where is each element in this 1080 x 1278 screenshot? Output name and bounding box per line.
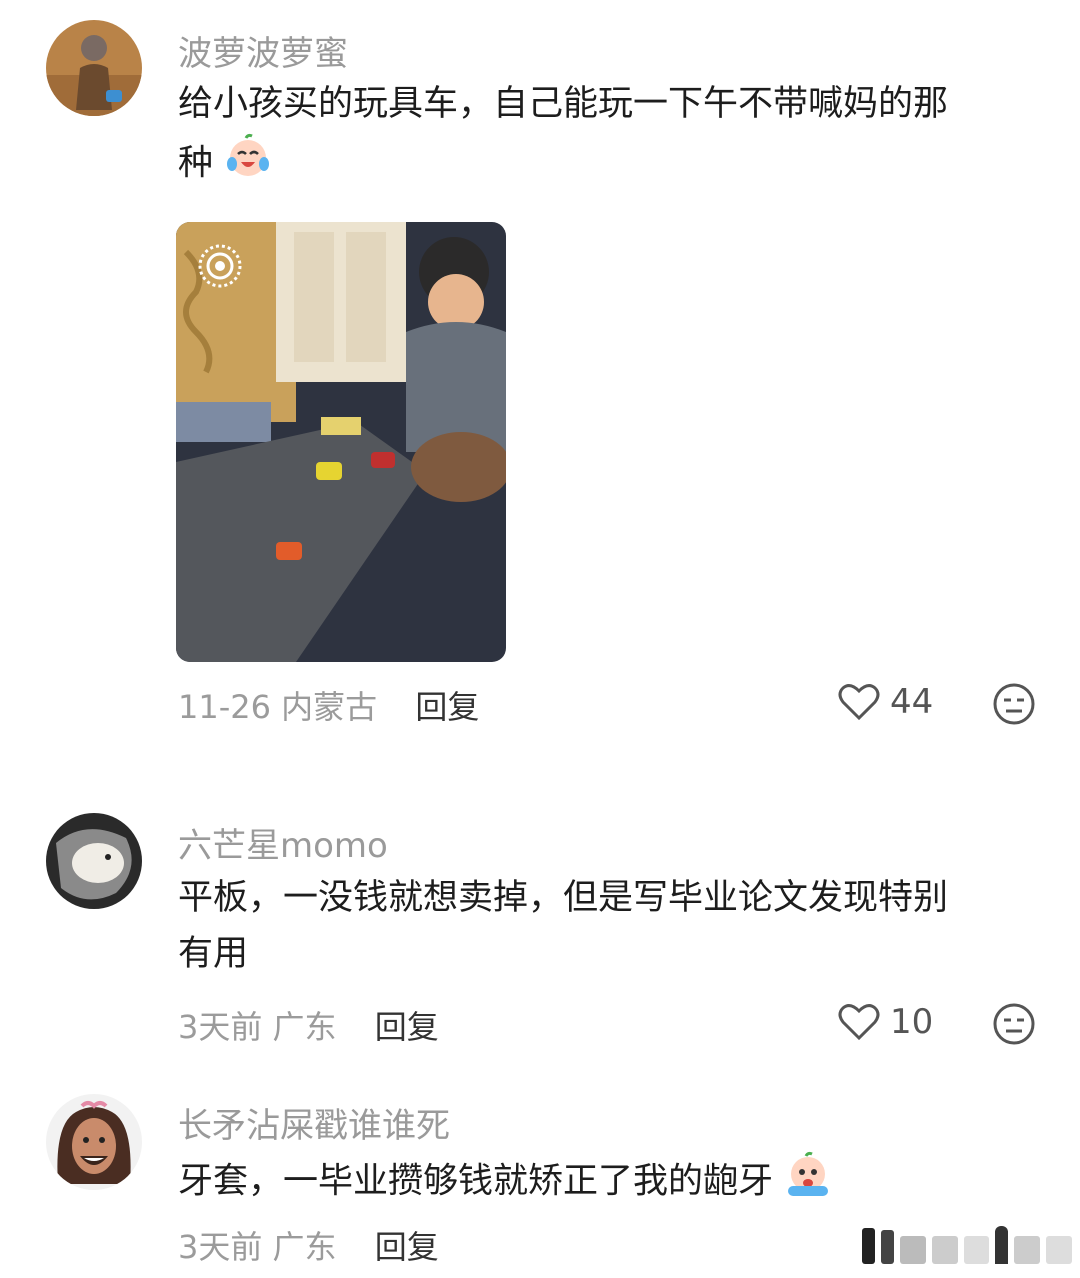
like-button[interactable]: 44 <box>838 682 933 722</box>
comment-text: 牙套，一毕业攒够钱就矫正了我的龅牙 <box>178 1150 1038 1215</box>
watermark <box>862 1224 1072 1264</box>
comment-meta: 3天前 广东 回复 <box>178 1002 439 1048</box>
username[interactable]: 长矛沾屎戳谁谁死 <box>178 1098 450 1147</box>
comment-date: 3天前 <box>178 1228 263 1266</box>
comment-meta: 11-26 内蒙古 回复 <box>178 682 479 728</box>
user-avatar[interactable] <box>46 20 142 116</box>
comment-text: 给小孩买的玩具车，自己能玩一下午不带喊妈的那 种 <box>178 76 1038 197</box>
crying-laughing-emoji <box>224 132 272 197</box>
user-avatar[interactable] <box>46 813 142 909</box>
comment-text-line: 给小孩买的玩具车，自己能玩一下午不带喊妈的那 <box>178 84 949 124</box>
reply-button[interactable]: 回复 <box>415 688 479 726</box>
comment-photo[interactable] <box>176 222 506 662</box>
comment-location: 内蒙古 <box>281 688 378 726</box>
comment-date: 11-26 <box>178 688 271 726</box>
comment-text-line: 平板，一没钱就想卖掉，但是写毕业论文发现特别 <box>178 878 949 918</box>
user-avatar[interactable] <box>46 1094 142 1190</box>
like-button[interactable]: 10 <box>838 1002 933 1042</box>
like-count: 10 <box>890 1002 934 1042</box>
face-reaction-icon[interactable] <box>992 682 1036 726</box>
reply-button[interactable]: 回复 <box>375 1228 439 1266</box>
comment-date: 3天前 <box>178 1008 263 1046</box>
comment-text-line: 牙套，一毕业攒够钱就矫正了我的龅牙 <box>178 1161 774 1202</box>
username[interactable]: 波萝波萝蜜 <box>178 26 348 75</box>
comment-location: 广东 <box>272 1008 337 1046</box>
heart-outline-icon <box>838 684 880 721</box>
comment-meta: 3天前 广东 回复 <box>178 1222 439 1268</box>
comment-location: 广东 <box>272 1228 337 1266</box>
comment-text-line-2: 种 <box>178 132 1038 197</box>
reply-button[interactable]: 回复 <box>375 1008 439 1046</box>
face-reaction-icon[interactable] <box>992 1002 1036 1046</box>
crying-emoji <box>784 1150 832 1215</box>
heart-outline-icon <box>838 1004 880 1041</box>
username[interactable]: 六芒星momo <box>178 818 388 867</box>
comment-text-line-2: 有用 <box>178 934 249 974</box>
comment-text: 平板，一没钱就想卖掉，但是写毕业论文发现特别 有用 <box>178 870 1038 982</box>
like-count: 44 <box>890 682 934 722</box>
